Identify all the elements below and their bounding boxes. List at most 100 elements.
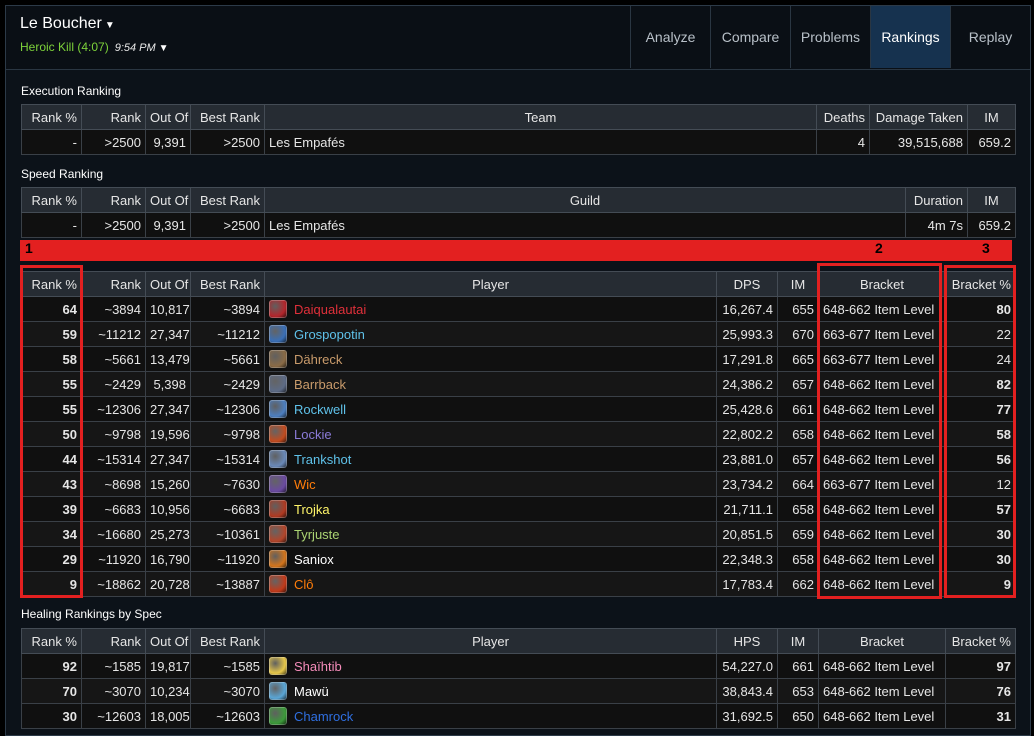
player-name[interactable]: Mawü bbox=[294, 684, 329, 699]
warrior-icon bbox=[269, 375, 287, 393]
guild-name: Les Empafés bbox=[264, 212, 906, 238]
annotation-label-1: 1 bbox=[25, 240, 33, 256]
healing-ranking-title: Healing Rankings by Spec bbox=[21, 607, 162, 621]
col-bracket[interactable]: Bracket bbox=[818, 628, 946, 654]
col-rank-pct[interactable]: Rank % bbox=[21, 104, 82, 130]
best-rank: ~12603 bbox=[190, 703, 265, 729]
best-rank: ~12306 bbox=[190, 396, 265, 422]
dps: 23,881.0 bbox=[716, 446, 778, 472]
player-entry: Trankshot bbox=[269, 450, 712, 468]
col-rank[interactable]: Rank bbox=[81, 104, 146, 130]
im: 658 bbox=[777, 496, 819, 522]
player-cell: Wic bbox=[264, 471, 717, 497]
player-name[interactable]: Wic bbox=[294, 477, 316, 492]
out-of: 9,391 bbox=[145, 129, 191, 155]
out-of: 5,398 bbox=[145, 371, 191, 397]
player-name[interactable]: Rockwell bbox=[294, 402, 346, 417]
kill-selector[interactable]: Heroic Kill (4:07) 9:54 PM ▼ bbox=[20, 40, 169, 54]
player-cell: Trankshot bbox=[264, 446, 717, 472]
rank: ~3070 bbox=[81, 678, 146, 704]
holy-paladin-icon bbox=[269, 657, 287, 675]
warlock-icon bbox=[269, 425, 287, 443]
col-rank[interactable]: Rank bbox=[81, 187, 146, 213]
player-name[interactable]: Shaïhtib bbox=[294, 659, 342, 674]
col-damage-taken[interactable]: Damage Taken bbox=[869, 104, 968, 130]
col-deaths[interactable]: Deaths bbox=[816, 104, 870, 130]
player-cell: Dähreck bbox=[264, 346, 717, 372]
player-name[interactable]: Barrback bbox=[294, 377, 346, 392]
best-rank: ~15314 bbox=[190, 446, 265, 472]
tab-problems[interactable]: Problems bbox=[790, 6, 870, 68]
out-of: 10,817 bbox=[145, 296, 191, 322]
col-out-of[interactable]: Out Of bbox=[145, 187, 191, 213]
tab-analyze[interactable]: Analyze bbox=[630, 6, 710, 68]
player-name[interactable]: Dähreck bbox=[294, 352, 342, 367]
im: 655 bbox=[777, 296, 819, 322]
player-name[interactable]: Saniox bbox=[294, 552, 334, 567]
col-rank-pct[interactable]: Rank % bbox=[21, 187, 82, 213]
player-entry: Dähreck bbox=[269, 350, 712, 368]
disc-priest-icon bbox=[269, 682, 287, 700]
col-duration[interactable]: Duration bbox=[905, 187, 968, 213]
col-best-rank[interactable]: Best Rank bbox=[190, 271, 265, 297]
rank: ~12603 bbox=[81, 703, 146, 729]
dps: 20,851.5 bbox=[716, 521, 778, 547]
player-name[interactable]: Trojka bbox=[294, 502, 330, 517]
im: 661 bbox=[777, 396, 819, 422]
player-entry: Barrback bbox=[269, 375, 712, 393]
tab-replay[interactable]: Replay bbox=[950, 6, 1030, 68]
player-name[interactable]: Clô bbox=[294, 577, 314, 592]
tab-rankings[interactable]: Rankings bbox=[870, 6, 950, 68]
player-entry: Wic bbox=[269, 475, 712, 493]
col-team[interactable]: Team bbox=[264, 104, 817, 130]
col-hps[interactable]: HPS bbox=[716, 628, 778, 654]
player-name[interactable]: Tyrjuste bbox=[294, 527, 340, 542]
col-rank[interactable]: Rank bbox=[81, 628, 146, 654]
frost-mage-icon bbox=[269, 325, 287, 343]
col-player[interactable]: Player bbox=[264, 628, 717, 654]
col-dps[interactable]: DPS bbox=[716, 271, 778, 297]
table-row: 70 ~3070 10,234 ~3070 Mawü 38,843.4 653 648-662… bbox=[21, 678, 1016, 704]
player-name[interactable]: Lockie bbox=[294, 427, 332, 442]
annotation-bar: 1 2 3 bbox=[20, 240, 1012, 261]
im: 650 bbox=[777, 703, 819, 729]
rank: ~5661 bbox=[81, 346, 146, 372]
player-name[interactable]: Grospopotin bbox=[294, 327, 365, 342]
boss-selector[interactable]: Le Boucher ▼ bbox=[20, 15, 115, 33]
rank: ~12306 bbox=[81, 396, 146, 422]
speed-ranking-title: Speed Ranking bbox=[21, 167, 104, 181]
col-player[interactable]: Player bbox=[264, 271, 717, 297]
col-best-rank[interactable]: Best Rank bbox=[190, 104, 265, 130]
col-out-of[interactable]: Out Of bbox=[145, 104, 191, 130]
col-best-rank[interactable]: Best Rank bbox=[190, 628, 265, 654]
col-im[interactable]: IM bbox=[967, 104, 1016, 130]
player-entry: Chamrock bbox=[269, 707, 712, 725]
player-cell: Chamrock bbox=[264, 703, 717, 729]
bracket: 648-662 Item Level bbox=[818, 678, 946, 704]
dps: 22,348.3 bbox=[716, 546, 778, 572]
player-entry: Mawü bbox=[269, 682, 712, 700]
player-name[interactable]: Trankshot bbox=[294, 452, 351, 467]
col-rank[interactable]: Rank bbox=[81, 271, 146, 297]
team-name: Les Empafés bbox=[264, 129, 817, 155]
frost-mage-icon bbox=[269, 450, 287, 468]
im: 658 bbox=[777, 546, 819, 572]
col-rank-pct[interactable]: Rank % bbox=[21, 628, 82, 654]
out-of: 18,005 bbox=[145, 703, 191, 729]
dps: 17,783.4 bbox=[716, 571, 778, 597]
player-cell: Saniox bbox=[264, 546, 717, 572]
player-name[interactable]: Chamrock bbox=[294, 709, 353, 724]
col-bracket-pct[interactable]: Bracket % bbox=[945, 628, 1016, 654]
best-rank: ~13887 bbox=[190, 571, 265, 597]
tab-compare[interactable]: Compare bbox=[710, 6, 790, 68]
rank: ~11920 bbox=[81, 546, 146, 572]
player-name[interactable]: Daiqualautai bbox=[294, 302, 366, 317]
col-out-of[interactable]: Out Of bbox=[145, 271, 191, 297]
col-im[interactable]: IM bbox=[777, 628, 819, 654]
col-guild[interactable]: Guild bbox=[264, 187, 906, 213]
col-im[interactable]: IM bbox=[967, 187, 1016, 213]
col-best-rank[interactable]: Best Rank bbox=[190, 187, 265, 213]
col-out-of[interactable]: Out Of bbox=[145, 628, 191, 654]
col-im[interactable]: IM bbox=[777, 271, 819, 297]
execution-ranking-title: Execution Ranking bbox=[21, 84, 122, 98]
